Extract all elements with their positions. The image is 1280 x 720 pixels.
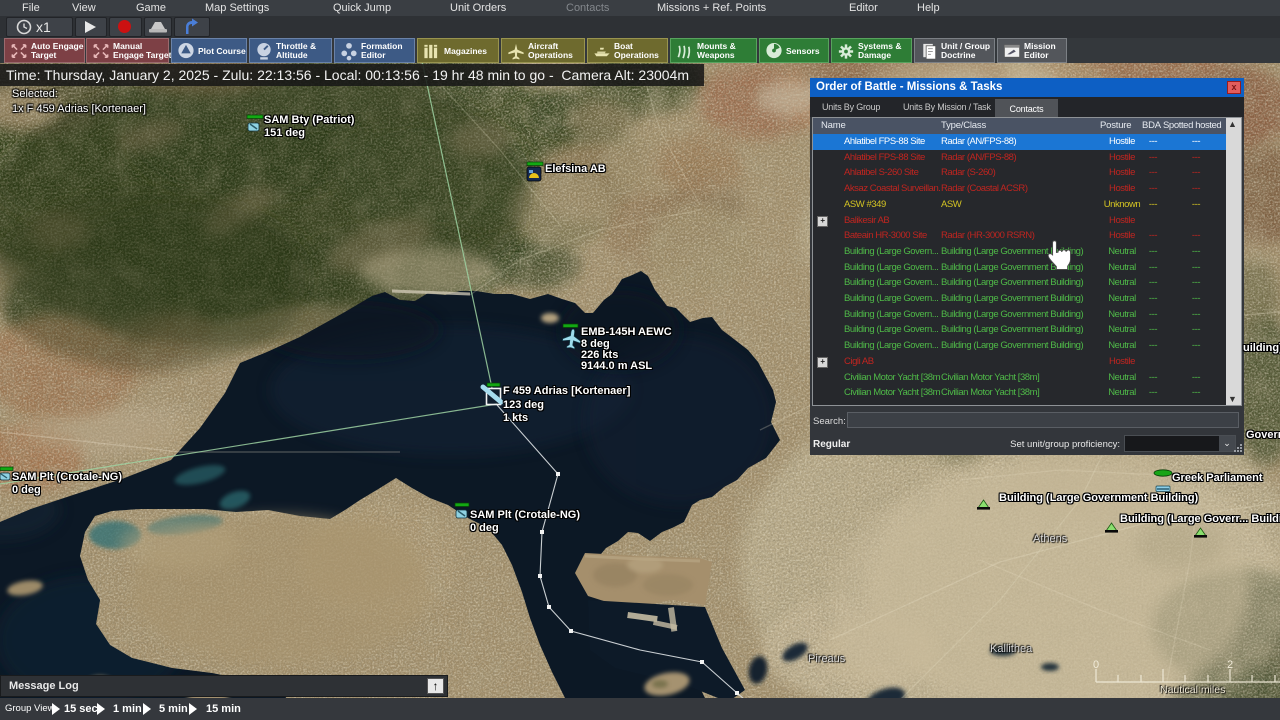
svg-text:2: 2 (1227, 659, 1233, 671)
svg-text:0: 0 (1093, 659, 1099, 671)
